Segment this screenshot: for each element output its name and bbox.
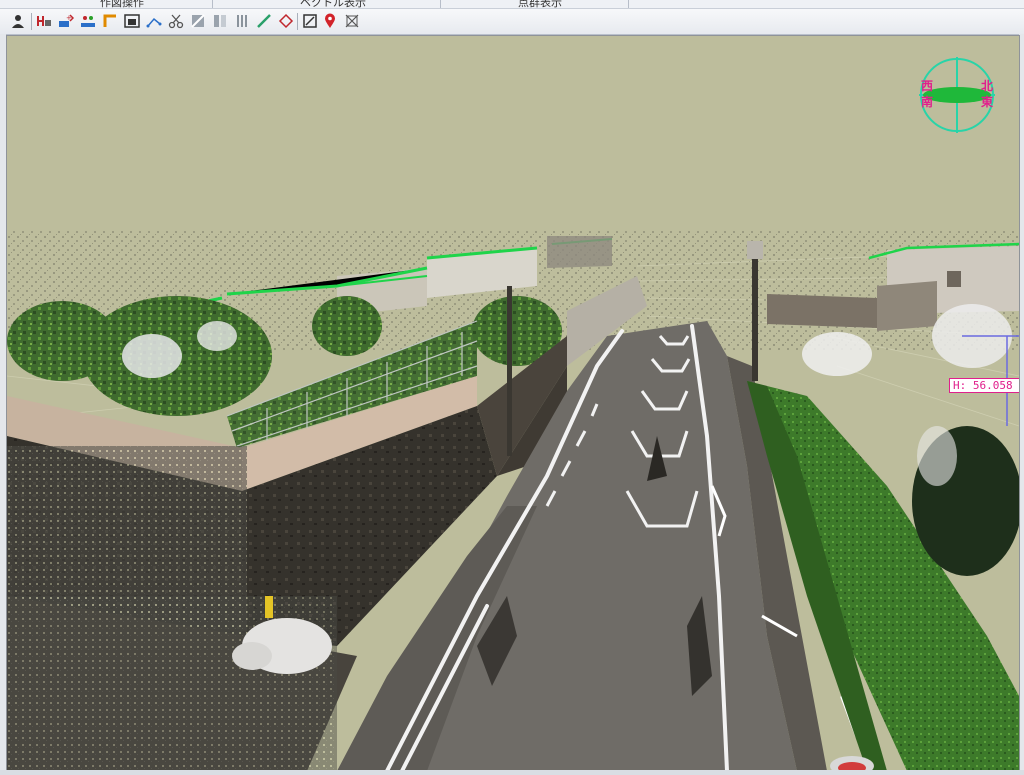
height-measure-icon[interactable] <box>35 12 53 30</box>
xyz-coordinate-icon[interactable] <box>79 12 97 30</box>
zoom-extent-icon[interactable] <box>301 12 319 30</box>
toolbar-separator <box>297 13 298 30</box>
section-cut-icon[interactable] <box>189 12 207 30</box>
compass-south-label: 南 <box>921 95 934 109</box>
corner-line-icon[interactable] <box>101 12 119 30</box>
user-icon[interactable] <box>9 12 27 30</box>
diamond-shape-icon[interactable] <box>277 12 295 30</box>
tab-divider <box>440 0 441 8</box>
ribbon-tab-bar: 作図操作 ベクトル表示 点群表示 <box>0 0 1024 9</box>
pointcloud-3d-viewport[interactable]: 西 北 南 東 H: 56.058 m <box>6 35 1020 772</box>
compass-west-label: 西 <box>921 79 934 93</box>
camera-frame-icon[interactable] <box>123 12 141 30</box>
tab-pointcloud-display[interactable]: 点群表示 <box>518 0 562 8</box>
toolbar: + <box>0 9 1024 35</box>
point-grid-icon[interactable] <box>343 12 361 30</box>
pen-line-icon[interactable] <box>255 12 273 30</box>
split-view-icon[interactable] <box>211 12 229 30</box>
tab-drawing[interactable]: 作図操作 <box>100 0 144 8</box>
line-connect-icon[interactable] <box>145 12 163 30</box>
compass-north-label: 北 <box>981 79 994 93</box>
point-import-icon[interactable]: + <box>57 12 75 30</box>
compass-east-label: 東 <box>981 95 994 109</box>
tab-vector-display[interactable]: ベクトル表示 <box>300 0 366 8</box>
compass-widget[interactable]: 西 北 南 東 <box>917 55 997 135</box>
pointcloud-scene <box>7 231 1019 771</box>
tab-divider <box>212 0 213 8</box>
tab-divider <box>628 0 629 8</box>
scissors-icon[interactable] <box>167 12 185 30</box>
height-readout: H: 56.058 m <box>949 378 1019 393</box>
location-pin-icon[interactable] <box>321 12 339 30</box>
status-strip <box>0 770 1024 775</box>
toolbar-separator <box>31 13 32 30</box>
parallel-lines-icon[interactable] <box>233 12 251 30</box>
